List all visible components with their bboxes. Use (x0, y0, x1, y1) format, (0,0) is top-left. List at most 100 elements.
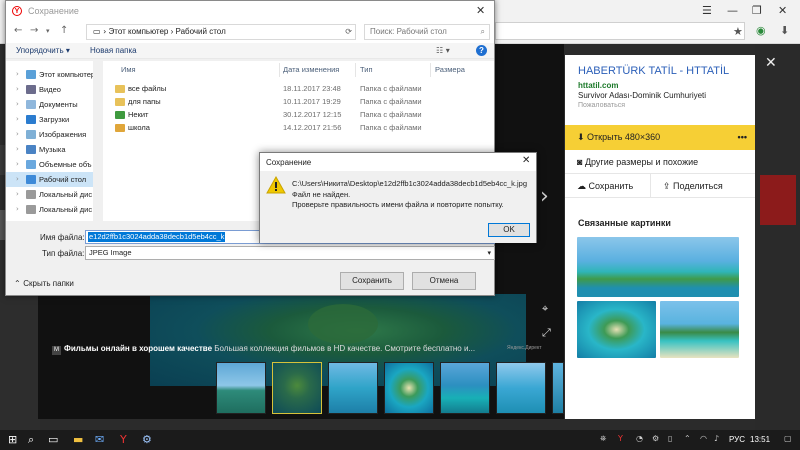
expand-chevron-icon[interactable]: › (16, 172, 19, 187)
sidebar-item-video[interactable]: › Видео (6, 82, 101, 97)
file-type-select[interactable]: JPEG Image ▾ (85, 246, 495, 260)
ok-button[interactable]: OK (488, 223, 530, 237)
sidebar-item-desktop[interactable]: › Рабочий стол (6, 172, 101, 187)
expand-chevron-icon[interactable]: › (16, 187, 19, 202)
thumbnail[interactable] (272, 362, 322, 414)
mail-icon[interactable]: ✉ (95, 433, 104, 446)
sidebar-item-pictures[interactable]: › Изображения (6, 127, 101, 142)
column-header-name[interactable]: Имя (121, 65, 136, 74)
file-row[interactable]: все файлы 18.11.2017 23:48 Папка с файлами (103, 82, 494, 95)
column-header-date[interactable]: Дата изменения (283, 65, 339, 74)
expand-chevron-icon[interactable]: › (16, 127, 19, 142)
close-viewer-icon[interactable]: ✕ (765, 55, 777, 71)
save-button[interactable]: Сохранить (340, 272, 404, 290)
ad-title[interactable]: Фильмы онлайн в хорошем качестве (64, 344, 212, 353)
back-arrow-icon[interactable]: ← (14, 25, 22, 36)
forward-arrow-icon[interactable]: → (30, 25, 38, 36)
sidebar-item-music[interactable]: › Музыка (6, 142, 101, 157)
windows-start-icon[interactable]: ⊞ (8, 433, 17, 446)
file-row[interactable]: школа 14.12.2017 21:56 Папка с файлами (103, 121, 494, 134)
file-explorer-icon[interactable]: ▬ (73, 433, 83, 446)
expand-chevron-icon[interactable]: › (16, 202, 19, 217)
browser-minimize-icon[interactable]: — (727, 4, 738, 17)
yandex-browser-taskbar-icon[interactable]: Y (120, 433, 127, 446)
expand-chevron-icon[interactable]: › (16, 82, 19, 97)
refresh-icon[interactable]: ⟳ (345, 25, 352, 39)
thumbnail[interactable] (496, 362, 546, 414)
hide-folders-toggle[interactable]: ⌃ Скрыть папки (14, 279, 74, 288)
save-to-collection-button[interactable]: ☁ Сохранить (577, 181, 633, 191)
close-icon[interactable]: ✕ (522, 155, 530, 166)
sync-icon[interactable]: ◔ (636, 434, 643, 443)
up-arrow-icon[interactable]: ↑ (60, 25, 68, 36)
search-input[interactable]: Поиск: Рабочий стол ⌕ (364, 24, 490, 40)
open-image-button[interactable]: ⬇ Открыть 480×360 ••• (565, 125, 755, 150)
address-bar[interactable]: ▭ › Этот компьютер › Рабочий стол ⟳ (86, 24, 356, 40)
clock[interactable]: 13:51 (750, 435, 770, 444)
source-title[interactable]: HABERTÜRK TATİL - HTTATİL (578, 65, 729, 77)
source-site[interactable]: httatil.com (578, 81, 618, 90)
expand-chevron-icon[interactable]: › (16, 142, 19, 157)
search-by-image-icon[interactable]: ⌖ (542, 302, 548, 316)
steam-icon[interactable]: ⚙ (142, 433, 152, 446)
chevron-up-icon[interactable]: ⌃ (684, 434, 691, 443)
more-options-icon[interactable]: ••• (738, 125, 747, 150)
expand-chevron-icon[interactable]: › (16, 97, 19, 112)
volume-icon[interactable]: ♪ (714, 434, 719, 443)
complain-link[interactable]: Пожаловаться (578, 102, 625, 109)
breadcrumb-this-pc[interactable]: Этот компьютер (109, 27, 169, 36)
share-button[interactable]: ⇪ Поделиться (650, 174, 723, 198)
next-image-arrow-icon[interactable]: › (540, 184, 549, 209)
sidebar-scrollbar[interactable] (93, 61, 101, 221)
file-row[interactable]: Некит 30.12.2017 12:15 Папка с файлами (103, 108, 494, 121)
person-icon[interactable]: ⛯ (600, 434, 606, 444)
ad-line[interactable]: M Фильмы онлайн в хорошем качестве Больша… (52, 344, 552, 358)
sidebar-item-local-disk[interactable]: › Локальный дис (6, 202, 101, 217)
thumbnail[interactable] (216, 362, 266, 414)
steam-tray-icon[interactable]: ⚙ (652, 434, 659, 443)
fullscreen-icon[interactable]: ⤢ (542, 326, 551, 340)
file-row[interactable]: для папы 10.11.2017 19:29 Папка с файлами (103, 95, 494, 108)
help-icon[interactable]: ? (476, 45, 487, 56)
thumbnail[interactable] (384, 362, 434, 414)
browser-close-icon[interactable]: ✕ (778, 4, 787, 17)
expand-chevron-icon[interactable]: › (16, 157, 19, 172)
bookmark-star-icon[interactable]: ★ (733, 25, 743, 38)
column-divider[interactable] (279, 63, 280, 77)
yandex-tray-icon[interactable]: Y (618, 434, 623, 443)
sidebar-item-downloads[interactable]: › Загрузки (6, 112, 101, 127)
view-options-icon[interactable]: ☷ ▾ (436, 43, 450, 59)
related-image[interactable] (577, 301, 656, 358)
thumbnail[interactable] (440, 362, 490, 414)
browser-address-bar[interactable] (495, 22, 745, 40)
expand-chevron-icon[interactable]: › (16, 112, 19, 127)
extension-icon[interactable]: ◉ (756, 24, 766, 37)
sidebar-item-this-pc[interactable]: › Этот компьютер (6, 67, 101, 82)
search-icon[interactable]: ⌕ (28, 433, 34, 447)
column-divider[interactable] (355, 63, 356, 77)
notifications-icon[interactable]: ▢ (784, 434, 792, 443)
expand-chevron-icon[interactable]: › (16, 67, 19, 82)
cancel-button[interactable]: Отмена (412, 272, 476, 290)
column-header-size[interactable]: Размера (435, 65, 465, 74)
new-folder-button[interactable]: Новая папка (90, 43, 137, 59)
thumbnail[interactable] (328, 362, 378, 414)
close-icon[interactable]: ✕ (476, 4, 485, 17)
organize-button[interactable]: Упорядочить ▾ (16, 43, 70, 59)
download-icon[interactable]: ⬇ (780, 24, 789, 37)
breadcrumb-desktop[interactable]: Рабочий стол (176, 27, 226, 36)
recent-locations-chevron-icon[interactable]: ▾ (46, 27, 50, 35)
column-header-type[interactable]: Тип (360, 65, 373, 74)
wifi-icon[interactable]: ◠ (700, 434, 707, 443)
input-language[interactable]: РУС (729, 435, 745, 444)
network-icon[interactable]: ▯ (668, 434, 672, 443)
sidebar-item-3d-objects[interactable]: › Объемные объ (6, 157, 101, 172)
column-divider[interactable] (430, 63, 431, 77)
other-sizes-button[interactable]: ◙ Другие размеры и похожие (565, 150, 755, 174)
browser-menu-icon[interactable]: ☰ (702, 4, 712, 17)
task-view-icon[interactable]: ▭ (48, 433, 58, 446)
browser-maximize-icon[interactable]: ❐ (752, 4, 762, 17)
sidebar-item-local-disk[interactable]: › Локальный дис (6, 187, 101, 202)
sidebar-item-documents[interactable]: › Документы (6, 97, 101, 112)
related-image[interactable] (577, 237, 739, 297)
